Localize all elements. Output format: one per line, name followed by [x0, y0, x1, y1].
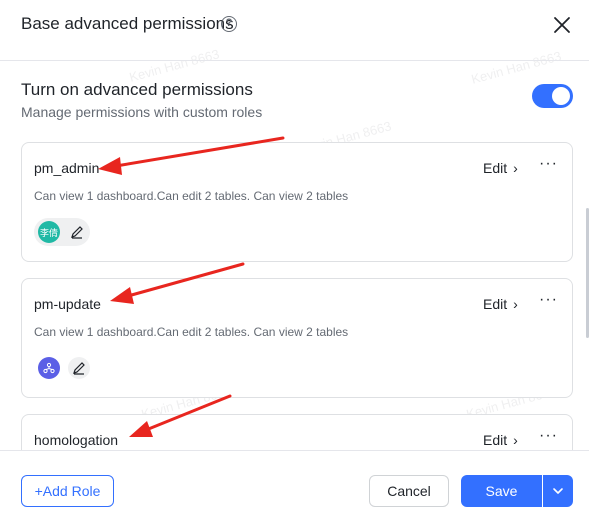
user-avatar: 李倩	[38, 221, 60, 243]
role-edit-label: Edit	[483, 296, 508, 312]
cancel-button[interactable]: Cancel	[369, 475, 449, 507]
role-edit-button[interactable]: Edit ›	[483, 160, 518, 176]
role-description: Can view 1 dashboard.Can edit 2 tables. …	[34, 189, 349, 203]
org-chart-icon	[38, 357, 60, 379]
role-edit-button[interactable]: Edit ›	[483, 432, 518, 448]
save-options-button[interactable]	[543, 475, 573, 507]
toggle-knob	[552, 87, 570, 105]
role-members[interactable]: 李倩	[34, 218, 90, 246]
watermark-text: Kevin Han 8663	[127, 46, 221, 85]
chevron-right-icon: ›	[513, 296, 518, 312]
dialog-title: Base advanced permissions	[21, 14, 234, 33]
role-card-pm-update: pm-update Edit › ··· Can view 1 dashboard…	[21, 278, 573, 398]
advanced-permissions-title: Turn on advanced permissions	[21, 80, 253, 99]
header-divider	[0, 60, 589, 61]
pencil-icon[interactable]	[68, 357, 90, 379]
role-description: Can view 1 dashboard.Can edit 2 tables. …	[34, 325, 349, 339]
role-card-pm-admin: pm_admin Edit › ··· Can view 1 dashboard.…	[21, 142, 573, 262]
add-role-button[interactable]: +Add Role	[21, 475, 114, 507]
help-icon[interactable]: ?	[221, 16, 237, 32]
dialog-header: Base advanced permissions ?	[0, 0, 589, 50]
more-options-icon[interactable]: ···	[539, 291, 558, 309]
watermark-text: Kevin Han 8663	[469, 48, 563, 87]
role-name: pm_admin	[34, 160, 100, 176]
role-members[interactable]	[34, 354, 94, 382]
chevron-right-icon: ›	[513, 160, 518, 176]
save-button[interactable]: Save	[461, 475, 542, 507]
pencil-icon[interactable]	[68, 223, 86, 241]
role-name: homologation	[34, 432, 119, 448]
advanced-permissions-toggle[interactable]	[532, 84, 573, 108]
advanced-permissions-subtitle: Manage permissions with custom roles	[21, 104, 263, 120]
role-edit-label: Edit	[483, 432, 508, 448]
more-options-icon[interactable]: ···	[539, 155, 558, 173]
dialog-footer: +Add Role Cancel Save	[0, 451, 589, 526]
role-edit-button[interactable]: Edit ›	[483, 296, 518, 312]
more-options-icon[interactable]: ···	[539, 427, 558, 445]
role-edit-label: Edit	[483, 160, 508, 176]
close-icon[interactable]	[551, 14, 573, 36]
role-name: pm-update	[34, 296, 101, 312]
chevron-right-icon: ›	[513, 432, 518, 448]
chevron-down-icon	[553, 488, 563, 494]
